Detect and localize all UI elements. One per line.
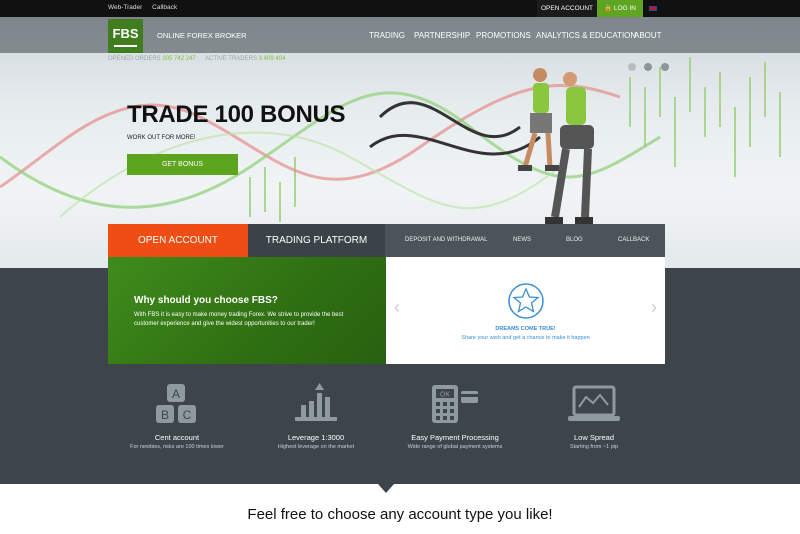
- hero-title: TRADE 100 BONUS: [127, 101, 346, 128]
- slider-dots: [628, 58, 673, 76]
- link-deposit-withdrawal[interactable]: DEPOSIT AND WITHDRAWAL: [405, 237, 487, 243]
- dreams-panel: ‹ › DREAMS COME TRUE! Share your wish an…: [386, 257, 665, 364]
- callback-link[interactable]: Callback: [152, 4, 177, 11]
- nav-trading[interactable]: TRADING: [369, 31, 405, 40]
- leverage-chart-icon: [241, 383, 391, 425]
- nav-about[interactable]: ABOUT: [634, 31, 662, 40]
- account-types-section: Feel free to choose any account type you…: [0, 484, 800, 534]
- stats-ticker: OPENED ORDERS 305 742 247 ACTIVE TRADERS…: [108, 56, 293, 62]
- feature-title: Leverage 1:3000: [287, 433, 345, 442]
- brand-tagline: ONLINE FOREX BROKER: [157, 31, 247, 40]
- top-links: Web-Trader Callback: [108, 4, 185, 11]
- link-callback[interactable]: CALLBACK: [618, 237, 649, 243]
- slider-dot-1[interactable]: [628, 63, 636, 71]
- login-button[interactable]: 🔒 LOG IN: [597, 0, 643, 17]
- prev-arrow-icon[interactable]: ‹: [394, 297, 400, 318]
- payment-terminal-icon: OK: [380, 383, 530, 425]
- web-trader-link[interactable]: Web-Trader: [108, 4, 142, 11]
- login-label: LOG IN: [613, 5, 636, 12]
- svg-text:A: A: [172, 387, 180, 401]
- svg-text:OK: OK: [440, 392, 450, 399]
- dreams-text[interactable]: Share your wish and get a chance to make…: [386, 335, 665, 341]
- feature-title: Easy Payment Processing: [411, 433, 499, 442]
- abc-blocks-icon: A B C: [102, 383, 252, 425]
- why-choose-panel: Why should you choose FBS? With FBS it i…: [108, 257, 386, 364]
- opened-orders-value: 305 742 247: [162, 56, 196, 62]
- dreams-title: DREAMS COME TRUE!: [495, 326, 556, 332]
- athlete-man: [518, 68, 559, 171]
- account-types-headline: Feel free to choose any account type you…: [247, 506, 553, 523]
- feature-title: Cent account: [154, 433, 200, 442]
- link-news[interactable]: NEWS: [513, 237, 531, 243]
- top-open-account-button[interactable]: OPEN ACCOUNT: [537, 0, 597, 17]
- feature-subtitle: Highest leverage on the market: [277, 444, 355, 450]
- nav-analytics-education[interactable]: ANALYTICS & EDUCATION: [536, 31, 636, 40]
- section-pointer: [378, 484, 394, 493]
- slider-dot-2[interactable]: [644, 63, 653, 71]
- next-arrow-icon[interactable]: ›: [651, 297, 657, 318]
- hero-subtitle: WORK OUT FOR MORE!: [127, 135, 196, 141]
- feature-payment[interactable]: OK Easy Payment Processing Wide range of…: [380, 383, 530, 450]
- feature-title: Low Spread: [573, 433, 615, 442]
- top-bar: Web-Trader Callback OPEN ACCOUNT 🔒 LOG I…: [0, 0, 800, 17]
- feature-subtitle: Starting from ~1 pip: [569, 444, 619, 450]
- active-traders-label: ACTIVE TRADERS: [205, 56, 257, 62]
- active-traders-value: 3 409 404: [258, 56, 286, 62]
- quick-links-bar: DEPOSIT AND WITHDRAWAL NEWS BLOG CALLBAC…: [385, 224, 665, 257]
- feature-low-spread[interactable]: Low Spread Starting from ~1 pip: [519, 383, 669, 450]
- svg-text:C: C: [183, 408, 192, 422]
- tab-open-account[interactable]: OPEN ACCOUNT: [108, 224, 256, 257]
- feature-subtitle: For newbies, risks are 100 times lower: [130, 444, 224, 450]
- why-text: With FBS it is easy to make money tradin…: [134, 312, 344, 327]
- link-blog[interactable]: BLOG: [566, 237, 583, 243]
- lock-icon: 🔒: [604, 5, 613, 12]
- athlete-woman: [545, 72, 594, 225]
- slider-dot-3[interactable]: [660, 63, 669, 71]
- feature-subtitle: Wide range of global payment systems: [407, 444, 503, 450]
- nav-promotions[interactable]: PROMOTIONS: [476, 31, 531, 40]
- feature-cent-account[interactable]: A B C Cent account For newbies, risks ar…: [102, 383, 252, 450]
- fbs-logo[interactable]: FBS: [108, 19, 143, 53]
- uk-flag-icon[interactable]: [649, 6, 657, 11]
- opened-orders-label: OPENED ORDERS: [108, 56, 161, 62]
- why-heading: Why should you choose FBS?: [134, 295, 278, 306]
- laptop-chart-icon: [519, 383, 669, 425]
- feature-leverage[interactable]: Leverage 1:3000 Highest leverage on the …: [241, 383, 391, 450]
- star-badge-icon: [508, 283, 544, 319]
- tab-trading-platform[interactable]: TRADING PLATFORM: [248, 224, 385, 257]
- svg-text:B: B: [161, 408, 169, 422]
- nav-partnership[interactable]: PARTNERSHIP: [414, 31, 470, 40]
- get-bonus-button[interactable]: GET BONUS: [127, 154, 238, 175]
